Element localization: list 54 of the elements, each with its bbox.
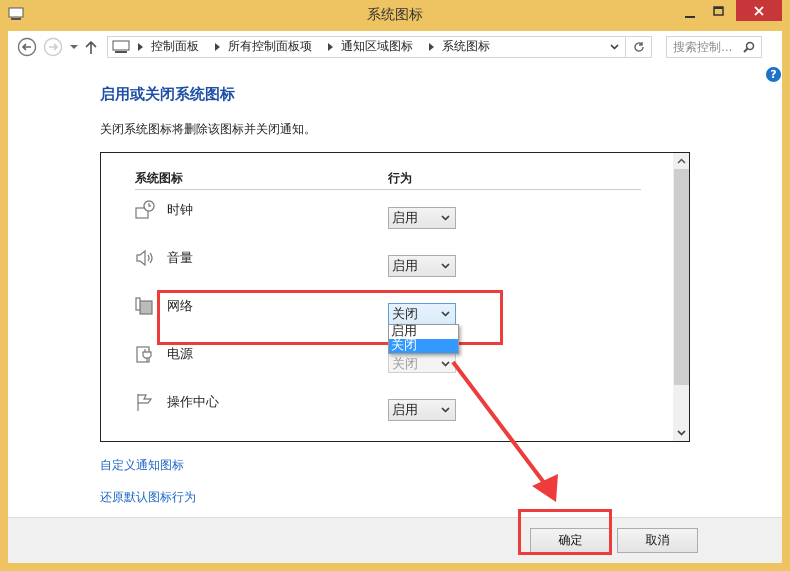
maximize-icon [712,6,724,16]
address-bar[interactable]: 控制面板 所有控制面板项 通知区域图标 系统图标 [107,36,652,58]
icon-name: 网络 [167,298,193,315]
chevron-down-icon [676,430,686,436]
dropdown-option[interactable]: 启用 [389,325,458,339]
close-icon [754,6,764,16]
chevron-right-icon [215,42,220,50]
link[interactable]: 还原默认图标行为 [100,489,196,506]
chevron-down-icon [610,44,618,50]
search-field[interactable]: 搜索控制... [666,36,762,58]
icon-name: 电源 [167,346,193,363]
help-icon[interactable]: ? [766,67,781,82]
chevron-right-icon [138,42,143,50]
network-icon [135,296,155,316]
breadcrumb[interactable]: 系统图标 [442,38,490,55]
chevron-down-icon [441,407,450,413]
back-button[interactable] [17,36,37,56]
icon-name: 时钟 [167,202,193,219]
search-icon [743,40,755,52]
dialog-button[interactable]: 取消 [617,528,698,553]
scrollbar[interactable] [673,153,689,441]
up-button[interactable] [85,40,97,54]
computer-icon [8,7,24,21]
column-header: 系统图标 [135,170,184,187]
icon-name: 音量 [167,250,193,267]
chevron-down-icon [441,263,450,269]
refresh-icon [632,40,644,52]
close-button[interactable] [736,0,782,21]
computer-icon [112,40,130,54]
chevron-up-icon [676,158,686,164]
page-heading: 启用或关闭系统图标 [100,85,236,104]
speaker-icon [135,248,155,268]
breadcrumb[interactable]: 通知区域图标 [341,38,413,55]
chevron-down-icon [441,311,450,317]
column-header: 行为 [388,170,412,187]
icon-name: 操作中心 [167,394,219,411]
window-title: 系统图标 [366,6,424,24]
chevron-right-icon [328,42,333,50]
behavior-dropdown[interactable]: 启用 [388,255,456,277]
behavior-dropdown[interactable]: 启用 [388,207,456,229]
minimize-icon [685,16,695,18]
behavior-dropdown[interactable]: 启用 [388,399,456,421]
description-text: 关闭系统图标将删除该图标并关闭通知。 [100,121,317,138]
behavior-dropdown[interactable]: 关闭 [388,303,456,325]
chevron-right-icon [429,42,434,50]
link[interactable]: 自定义通知图标 [100,457,184,474]
chevron-down-icon [441,361,450,367]
flag-icon [135,392,155,412]
history-dropdown-button[interactable] [69,44,79,50]
breadcrumb[interactable]: 所有控制面板项 [228,38,312,55]
chevron-down-icon [441,215,450,221]
dialog-button[interactable]: 确定 [530,528,611,553]
breadcrumb[interactable]: 控制面板 [151,38,199,55]
clock-icon [135,200,155,220]
